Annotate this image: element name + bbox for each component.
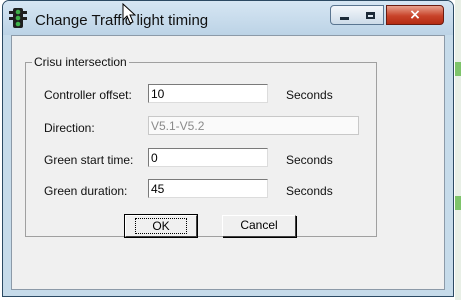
green-start-time-field[interactable]: 0	[148, 148, 268, 167]
green-duration-label: Green duration:	[44, 184, 128, 198]
groupbox-label: Crisu intersection	[32, 55, 129, 69]
close-icon: ×	[409, 7, 421, 23]
maximize-button[interactable]	[357, 5, 384, 25]
ok-button[interactable]: OK	[124, 214, 198, 238]
green-duration-field[interactable]: 45	[148, 179, 268, 198]
background-window-edge	[455, 0, 461, 300]
close-button[interactable]: ×	[386, 5, 444, 25]
maximize-icon	[365, 11, 375, 19]
cancel-button-label: Cancel	[240, 218, 278, 232]
direction-label: Direction:	[44, 121, 95, 135]
minimize-icon	[339, 16, 349, 20]
traffic-light-icon	[9, 8, 27, 28]
controller-offset-unit: Seconds	[286, 88, 333, 102]
controller-offset-label: Controller offset:	[44, 88, 132, 102]
title-bar[interactable]: Change Traffic light timing ×	[3, 1, 453, 35]
green-start-time-label: Green start time:	[44, 153, 134, 167]
mouse-cursor-icon	[122, 3, 136, 24]
green-start-time-unit: Seconds	[286, 153, 333, 167]
direction-field: V5.1-V5.2	[148, 116, 359, 135]
controller-offset-field[interactable]: 10	[148, 84, 268, 103]
minimize-button[interactable]	[330, 5, 358, 25]
dialog-window: Change Traffic light timing × Crisu inte…	[2, 0, 454, 297]
cancel-button[interactable]: Cancel	[222, 215, 296, 237]
ok-button-label: OK	[135, 218, 187, 234]
dialog-client-area: Crisu intersection Controller offset: 10…	[11, 35, 445, 290]
green-duration-unit: Seconds	[286, 184, 333, 198]
